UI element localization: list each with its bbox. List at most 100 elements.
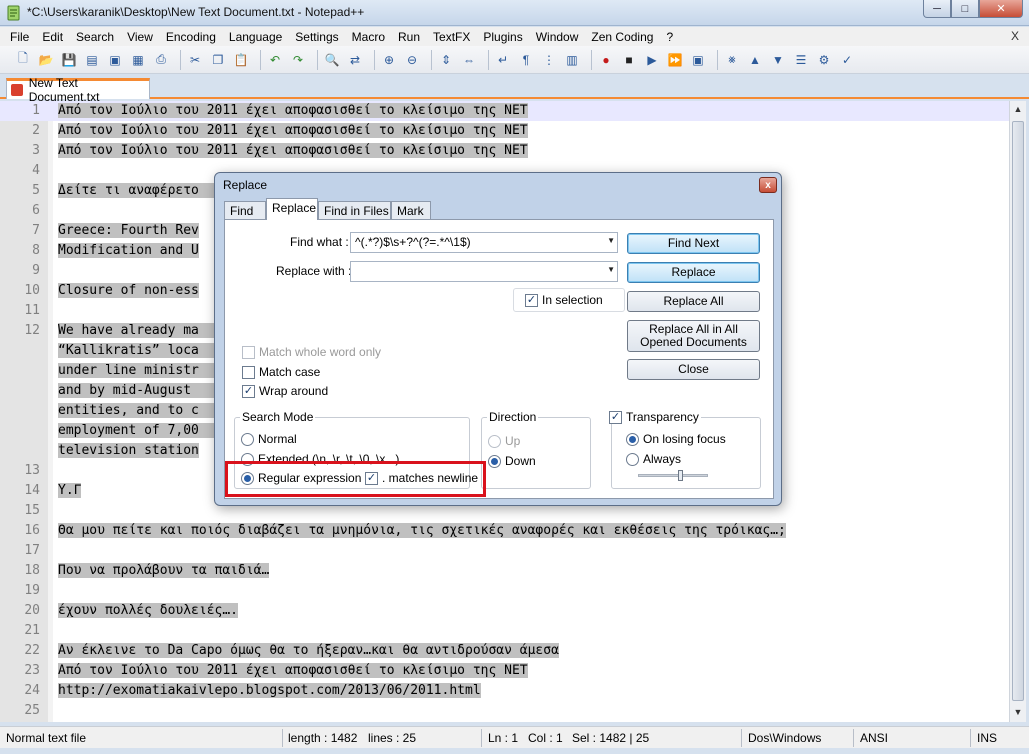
find-what-input[interactable]: ^(.*?)$\s+?^(?=.*^\1$) ▼ [350, 232, 618, 253]
plugin-manager-icon[interactable]: ⚙ [815, 51, 833, 69]
sync-vertical-icon[interactable]: ⇕ [437, 51, 455, 69]
scrollbar-thumb[interactable] [1012, 121, 1024, 701]
zen-expand-icon[interactable]: ⨳ [723, 51, 741, 69]
close-file-icon[interactable]: ▣ [106, 51, 124, 69]
normal-radio[interactable]: Normal [241, 432, 297, 446]
menu-textfx[interactable]: TextFX [433, 30, 470, 44]
sync-horizontal-icon[interactable]: ⇔ [460, 51, 478, 69]
menu-macro[interactable]: Macro [352, 30, 385, 44]
new-file-icon[interactable]: 🗋 [14, 51, 32, 69]
menu-settings[interactable]: Settings [295, 30, 338, 44]
match-whole-word-checkbox[interactable]: Match whole word only [242, 345, 381, 359]
save-macro-icon[interactable]: ▣ [689, 51, 707, 69]
editor-line[interactable]: 1 Από τον Ιούλιο του 2011 έχει αποφασισθε… [0, 101, 1016, 121]
play-macro-icon[interactable]: ▶ [643, 51, 661, 69]
close-button[interactable]: Close [627, 359, 760, 380]
menu-view[interactable]: View [127, 30, 153, 44]
menu-plugins[interactable]: Plugins [483, 30, 522, 44]
minimize-button[interactable]: ─ [923, 0, 951, 18]
sort-icon[interactable]: ☰ [792, 51, 810, 69]
editor-line[interactable]: 19 [0, 581, 1016, 601]
transparency-slider-thumb[interactable] [678, 470, 683, 481]
on-losing-focus-radio[interactable]: On losing focus [626, 432, 726, 446]
record-macro-icon[interactable]: ● [597, 51, 615, 69]
save-icon[interactable]: 💾 [60, 51, 78, 69]
menu-window[interactable]: Window [536, 30, 579, 44]
up-radio[interactable]: Up [488, 434, 520, 448]
wrap-around-checkbox[interactable]: ✓ Wrap around [242, 384, 328, 398]
save-all-icon[interactable]: ▤ [83, 51, 101, 69]
editor-line[interactable]: 24 http://exomatiakaivlepo.blogspot.com/2… [0, 681, 1016, 701]
document-map-icon[interactable]: ▥ [563, 51, 581, 69]
transparency-checkbox[interactable]: ✓ Transparency [607, 410, 701, 424]
scroll-down-icon[interactable]: ▼ [1010, 704, 1026, 720]
cut-icon[interactable]: ✂ [186, 51, 204, 69]
editor-line[interactable]: 20 έχουν πολλές δουλειές…. [0, 601, 1016, 621]
menu-language[interactable]: Language [229, 30, 282, 44]
undo-icon[interactable]: ↶ [266, 51, 284, 69]
menu-run[interactable]: Run [398, 30, 420, 44]
zoom-out-icon[interactable]: ⊖ [403, 51, 421, 69]
line-number: 2 [32, 123, 40, 138]
down-radio[interactable]: Down [488, 454, 536, 468]
menu-file[interactable]: File [10, 30, 29, 44]
run-macro-multiple-icon[interactable]: ⏩ [666, 51, 684, 69]
find-icon[interactable]: 🔍 [323, 51, 341, 69]
menu-edit[interactable]: Edit [42, 30, 63, 44]
tab-mark[interactable]: Mark [391, 201, 431, 220]
tab-replace[interactable]: Replace [266, 198, 318, 220]
in-selection-checkbox[interactable]: ✓ In selection [525, 293, 603, 307]
close-document-button[interactable]: X [1011, 29, 1019, 43]
close-window-button[interactable]: ✕ [979, 0, 1023, 18]
always-radio[interactable]: Always [626, 452, 681, 466]
tab-find-in-files[interactable]: Find in Files [318, 201, 391, 220]
close-all-icon[interactable]: ▦ [129, 51, 147, 69]
spell-check-icon[interactable]: ✓ [838, 51, 856, 69]
menu-encoding[interactable]: Encoding [166, 30, 216, 44]
editor-line[interactable]: 2 Από τον Ιούλιο του 2011 έχει αποφασισθε… [0, 121, 1016, 141]
direction-title: Direction [487, 410, 539, 424]
copy-icon[interactable]: ❐ [209, 51, 227, 69]
toolbar-separator [717, 49, 718, 70]
editor-line[interactable]: 21 [0, 621, 1016, 641]
find-next-button[interactable]: Find Next [627, 233, 760, 254]
transparency-slider[interactable] [638, 474, 708, 477]
tab-find[interactable]: Find [224, 201, 266, 220]
menu-zen-coding[interactable]: Zen Coding [591, 30, 653, 44]
move-up-icon[interactable]: ▲ [746, 51, 764, 69]
show-all-chars-icon[interactable]: ¶ [517, 51, 535, 69]
tab-new-text-document[interactable]: New Text Document.txt [6, 76, 150, 104]
maximize-button[interactable]: □ [951, 0, 979, 18]
stop-macro-icon[interactable]: ■ [620, 51, 638, 69]
replace-icon[interactable]: ⇄ [346, 51, 364, 69]
menu-help[interactable]: ? [666, 30, 673, 44]
scroll-up-icon[interactable]: ▲ [1010, 101, 1026, 117]
replace-with-input[interactable]: ▼ [350, 261, 618, 282]
editor-line[interactable]: 22 Αν έκλεινε το Da Capo όμως θα το ήξερα… [0, 641, 1016, 661]
paste-icon[interactable]: 📋 [232, 51, 250, 69]
line-number: 17 [24, 543, 40, 558]
chevron-down-icon[interactable]: ▼ [607, 265, 615, 274]
replace-all-button[interactable]: Replace All [627, 291, 760, 312]
print-icon[interactable]: ⎙ [152, 51, 170, 69]
status-selection: Sel : 1482 | 25 [572, 731, 650, 745]
move-down-icon[interactable]: ▼ [769, 51, 787, 69]
editor-line[interactable]: 18 Που να προλάβουν τα παιδιά… [0, 561, 1016, 581]
word-wrap-icon[interactable]: ↵ [494, 51, 512, 69]
dialog-close-icon[interactable]: x [759, 177, 777, 193]
editor-line[interactable]: 16 Θα μου πείτε και ποιός διαβάζει τα μνη… [0, 521, 1016, 541]
zoom-in-icon[interactable]: ⊕ [380, 51, 398, 69]
editor-line[interactable]: 23 Από τον Ιούλιο του 2011 έχει αποφασισθ… [0, 661, 1016, 681]
open-file-icon[interactable]: 📂 [37, 51, 55, 69]
replace-button[interactable]: Replace [627, 262, 760, 283]
indent-guide-icon[interactable]: ⋮ [540, 51, 558, 69]
redo-icon[interactable]: ↷ [289, 51, 307, 69]
editor-line[interactable]: 25 [0, 701, 1016, 721]
replace-all-opened-button[interactable]: Replace All in All Opened Documents [627, 320, 760, 352]
menu-search[interactable]: Search [76, 30, 114, 44]
editor-line[interactable]: 3 Από τον Ιούλιο του 2011 έχει αποφασισθε… [0, 141, 1016, 161]
match-case-checkbox[interactable]: Match case [242, 365, 320, 379]
chevron-down-icon[interactable]: ▼ [607, 236, 615, 245]
editor-line[interactable]: 17 [0, 541, 1016, 561]
vertical-scrollbar[interactable]: ▲ ▼ [1009, 101, 1026, 722]
